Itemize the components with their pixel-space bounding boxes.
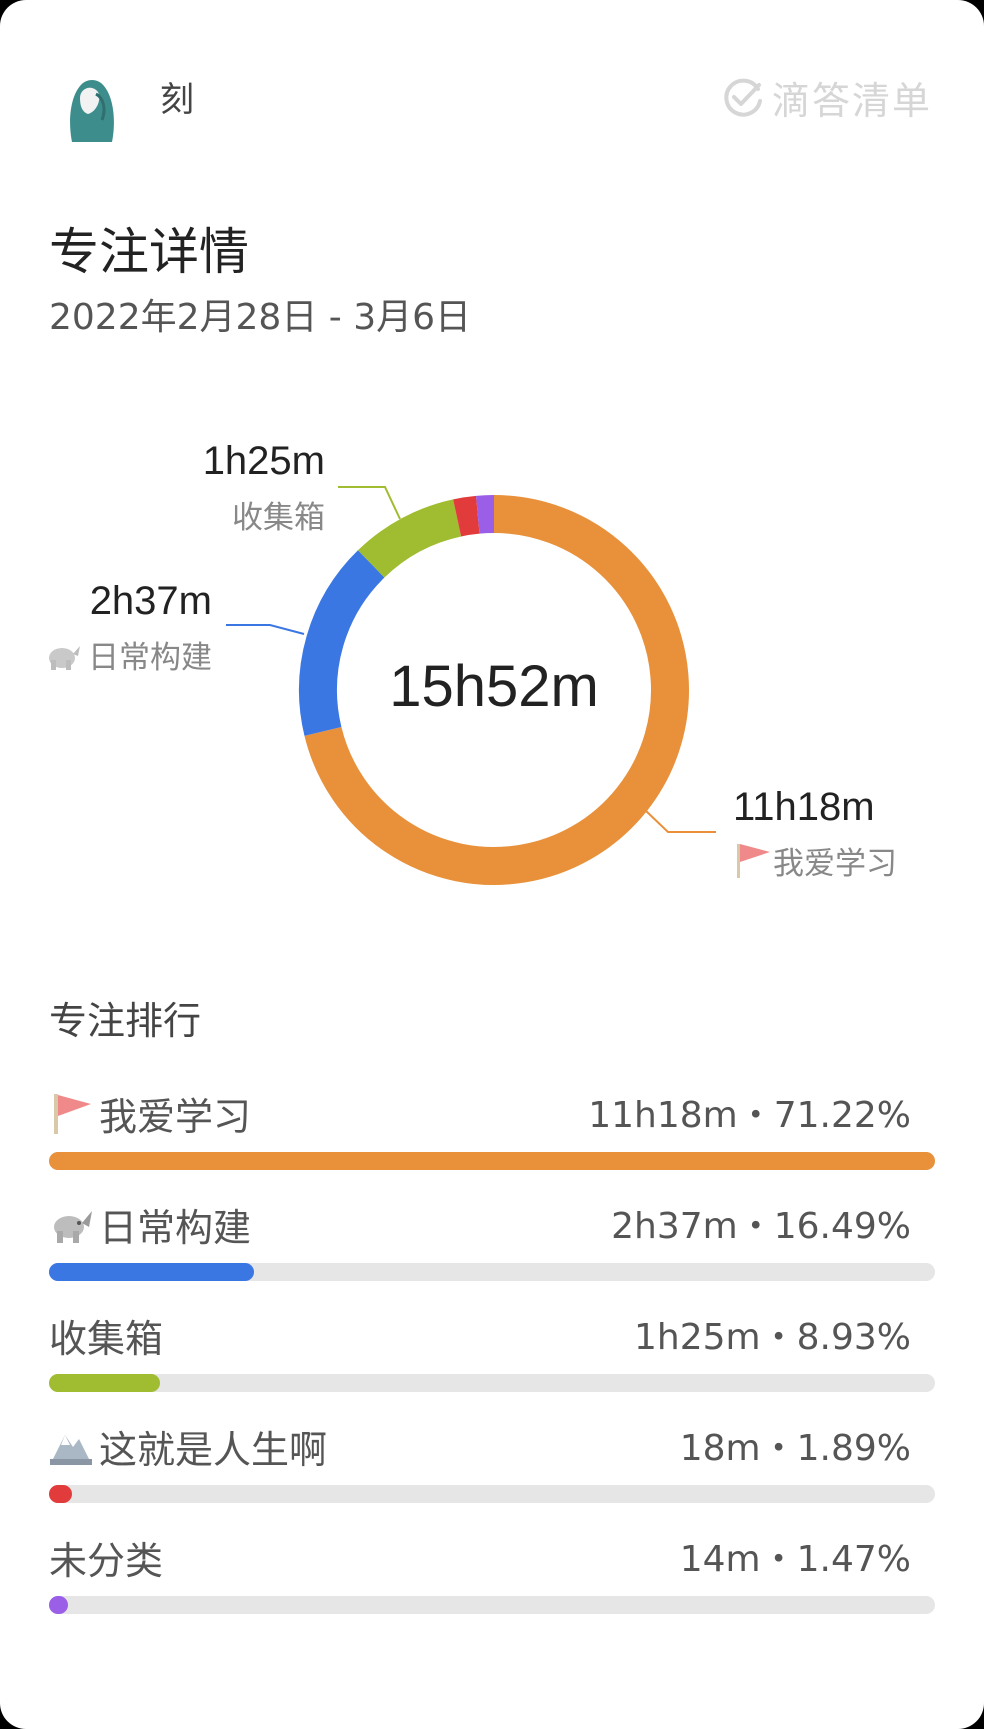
ranking-progress-track bbox=[49, 1263, 935, 1281]
ranking-label-text: 我爱学习 bbox=[99, 1095, 252, 1139]
ranking-value: 11h18m・71.22% bbox=[588, 1095, 911, 1136]
slice-label-study: 我爱学习 bbox=[773, 846, 897, 882]
ranking-row-life: 这就是人生啊 18m・1.89% bbox=[49, 1419, 935, 1519]
ranking-label: 这就是人生啊 bbox=[49, 1419, 327, 1474]
ranking-label: 日常构建 bbox=[49, 1197, 251, 1252]
donut-slice-1 bbox=[299, 550, 385, 736]
ranking-row-daily: 日常构建 2h37m・16.49% bbox=[49, 1197, 935, 1297]
ranking-label-text: 日常构建 bbox=[99, 1206, 252, 1250]
donut-slice-2 bbox=[357, 499, 462, 578]
donut-slice-4 bbox=[476, 495, 495, 534]
ranking-value: 14m・1.47% bbox=[679, 1539, 911, 1580]
slice-duration-daily: 2h37m bbox=[90, 579, 212, 623]
ranking-label-text: 收集箱 bbox=[49, 1317, 164, 1361]
donut-center-total: 15h52m bbox=[389, 654, 599, 719]
ranking-label: 我爱学习 bbox=[49, 1086, 251, 1141]
ranking-value: 1h25m・8.93% bbox=[634, 1317, 911, 1358]
red-flag-icon bbox=[737, 844, 770, 878]
leader-line-study bbox=[644, 809, 716, 833]
ranking-row-uncategorized: 未分类 14m・1.47% bbox=[49, 1530, 935, 1630]
ranking-label: 未分类 bbox=[49, 1530, 163, 1585]
avatar bbox=[70, 80, 114, 142]
ranking-label-text: 这就是人生啊 bbox=[99, 1428, 328, 1472]
slice-label-daily: 日常构建 bbox=[88, 640, 212, 676]
leader-line-inbox bbox=[338, 486, 401, 520]
ranking-title: 专注排行 bbox=[49, 999, 202, 1043]
ranking-progress-fill bbox=[49, 1374, 160, 1392]
ranking-progress-fill bbox=[49, 1596, 69, 1614]
date-range: 2022年2月28日 - 3月6日 bbox=[49, 297, 472, 338]
brand-logo: 滴答清单 bbox=[722, 70, 932, 125]
leader-line-daily bbox=[226, 624, 305, 635]
donut-slice-3 bbox=[453, 495, 480, 537]
brand-name: 滴答清单 bbox=[771, 79, 932, 123]
ranking-progress-track bbox=[49, 1374, 935, 1392]
focus-donut-chart: 15h52m 1h25m 收集箱 2h37m 日常构建 11h18m 我爱学习 bbox=[49, 439, 897, 885]
page-title: 专注详情 bbox=[49, 223, 249, 281]
ranking-progress-fill bbox=[49, 1152, 935, 1170]
username: 刻 bbox=[160, 80, 194, 120]
rhino-icon bbox=[54, 1210, 92, 1243]
ranking-progress-track bbox=[49, 1485, 935, 1503]
ranking-row-inbox: 收集箱 1h25m・8.93% bbox=[49, 1308, 935, 1408]
ranking-progress-fill bbox=[49, 1263, 254, 1281]
focus-detail-card: 刻 滴答清单 专注详情 2022年2月28日 - 3月6日 15h52m 1h2… bbox=[0, 0, 984, 1729]
ranking-label: 收集箱 bbox=[49, 1308, 163, 1363]
ranking-value: 2h37m・16.49% bbox=[611, 1206, 911, 1247]
mountain-icon bbox=[50, 1434, 92, 1465]
red-flag-icon bbox=[54, 1093, 91, 1134]
ranking-value: 18m・1.89% bbox=[679, 1428, 911, 1469]
ranking-progress-fill bbox=[49, 1485, 73, 1503]
ranking-row-study: 我爱学习 11h18m・71.22% bbox=[49, 1086, 935, 1186]
ranking-label-text: 未分类 bbox=[49, 1539, 164, 1583]
checkmark-circle-icon bbox=[724, 78, 762, 117]
slice-duration-study: 11h18m bbox=[733, 785, 875, 829]
slice-duration-inbox: 1h25m bbox=[203, 439, 325, 483]
slice-label-inbox: 收集箱 bbox=[232, 500, 325, 536]
rhino-icon bbox=[49, 646, 80, 670]
ranking-progress-track bbox=[49, 1596, 935, 1614]
ranking-progress-track bbox=[49, 1152, 935, 1170]
